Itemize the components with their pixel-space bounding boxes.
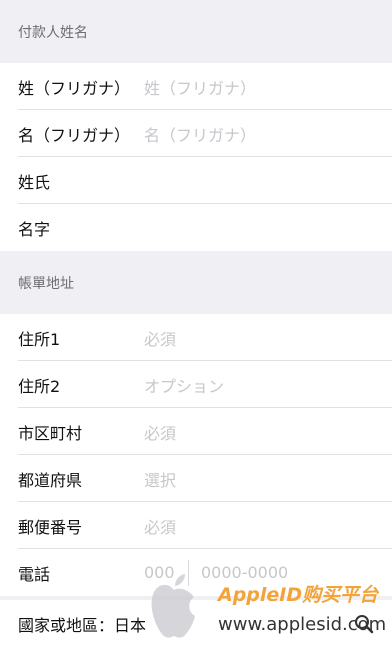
prefecture-label: 都道府県	[18, 470, 83, 490]
phone-label: 電話	[18, 564, 51, 584]
billing-section: 帳單地址 住所1 必須 住所2 オプション 市区町村 必須 都道府県 選択 郵便…	[0, 251, 392, 596]
postal-code-row[interactable]: 郵便番号 必須	[0, 502, 392, 549]
address1-row[interactable]: 住所1 必須	[0, 314, 392, 361]
phone-area-code-field[interactable]: 000	[144, 563, 188, 582]
furigana-last-name-label: 姓（フリガナ）	[18, 78, 131, 98]
first-name-row[interactable]: 名字	[0, 204, 392, 251]
furigana-first-name-field[interactable]: 名（フリガナ）	[144, 122, 392, 146]
postal-code-field[interactable]: 必須	[144, 514, 392, 538]
address2-field[interactable]: オプション	[144, 373, 392, 397]
phone-divider	[188, 559, 189, 586]
city-row[interactable]: 市区町村 必須	[0, 408, 392, 455]
city-field[interactable]: 必須	[144, 420, 392, 444]
billing-fields: 住所1 必須 住所2 オプション 市区町村 必須 都道府県 選択 郵便番号 必須…	[0, 314, 392, 596]
address2-label: 住所2	[18, 376, 61, 396]
postal-code-label: 郵便番号	[18, 517, 83, 537]
furigana-first-name-label: 名（フリガナ）	[18, 125, 131, 145]
furigana-first-name-row[interactable]: 名（フリガナ） 名（フリガナ）	[0, 110, 392, 157]
furigana-last-name-row[interactable]: 姓（フリガナ） 姓（フリガナ）	[0, 63, 392, 110]
address1-label: 住所1	[18, 329, 61, 349]
prefecture-row[interactable]: 都道府県 選択	[0, 455, 392, 502]
phone-row[interactable]: 電話 000 0000-0000	[0, 549, 392, 596]
billing-section-header: 帳單地址	[0, 251, 392, 314]
address1-field[interactable]: 必須	[144, 326, 392, 350]
last-name-row[interactable]: 姓氏	[0, 157, 392, 204]
payer-fields: 姓（フリガナ） 姓（フリガナ） 名（フリガナ） 名（フリガナ） 姓氏 名字	[0, 63, 392, 251]
furigana-last-name-field[interactable]: 姓（フリガナ）	[144, 75, 392, 99]
address2-row[interactable]: 住所2 オプション	[0, 361, 392, 408]
country-row[interactable]: 國家或地區：日本	[0, 600, 392, 648]
search-icon[interactable]	[354, 614, 374, 634]
prefecture-select[interactable]: 選択	[144, 467, 392, 491]
phone-number-field[interactable]: 0000-0000	[201, 563, 392, 582]
payer-section-header: 付款人姓名	[0, 0, 392, 63]
city-label: 市区町村	[18, 423, 83, 443]
payer-section: 付款人姓名 姓（フリガナ） 姓（フリガナ） 名（フリガナ） 名（フリガナ） 姓氏…	[0, 0, 392, 251]
last-name-label: 姓氏	[18, 172, 51, 192]
first-name-label: 名字	[18, 219, 51, 239]
country-label: 國家或地區：日本	[18, 616, 147, 635]
